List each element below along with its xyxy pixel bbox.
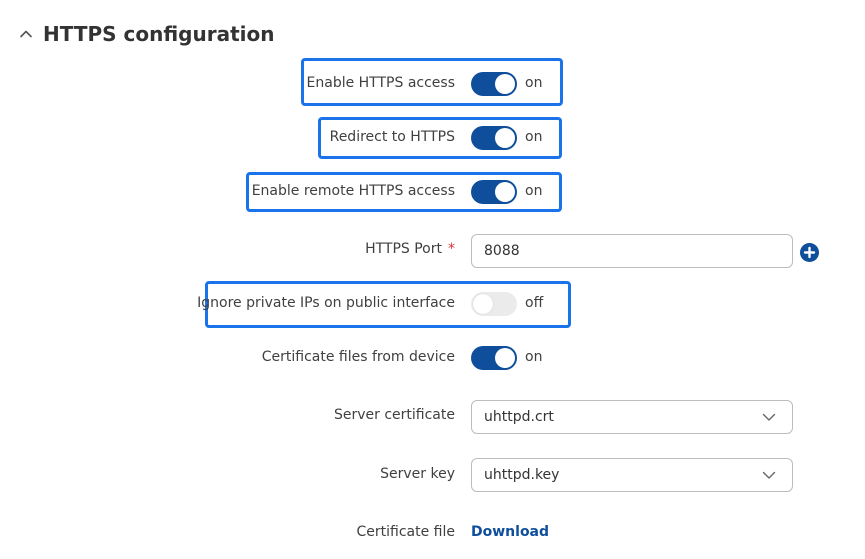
chevron-up-icon[interactable] xyxy=(18,26,34,42)
row-enable-remote-https: Enable remote HTTPS access on xyxy=(0,171,865,211)
https-port-label: HTTPS Port * xyxy=(365,229,455,269)
redirect-https-label: Redirect to HTTPS xyxy=(329,129,455,145)
redirect-https-toggle[interactable] xyxy=(471,126,517,150)
https-port-input[interactable] xyxy=(471,234,793,268)
ignore-private-ips-label: Ignore private IPs on public interface xyxy=(197,295,455,311)
https-configuration-panel: HTTPS configuration Enable HTTPS access … xyxy=(0,0,865,559)
ignore-private-ips-state: off xyxy=(525,295,544,311)
enable-https-label: Enable HTTPS access xyxy=(306,75,455,91)
https-port-label-text: HTTPS Port xyxy=(365,241,442,257)
cert-from-device-toggle[interactable] xyxy=(471,346,517,370)
enable-remote-https-state: on xyxy=(525,183,543,199)
cert-from-device-label: Certificate files from device xyxy=(261,349,455,365)
chevron-down-icon xyxy=(762,471,776,479)
row-ignore-private-ips: Ignore private IPs on public interface o… xyxy=(0,283,865,323)
server-key-select[interactable]: uhttpd.key xyxy=(471,458,793,492)
enable-remote-https-toggle[interactable] xyxy=(471,180,517,204)
server-key-label: Server key xyxy=(380,466,455,482)
toggle-knob xyxy=(495,348,515,368)
ignore-private-ips-toggle[interactable] xyxy=(471,292,517,316)
section-header[interactable]: HTTPS configuration xyxy=(18,18,274,50)
plus-circle-icon[interactable] xyxy=(800,243,819,262)
enable-remote-https-label: Enable remote HTTPS access xyxy=(251,183,455,199)
row-certificate-file: Certificate file xyxy=(0,512,865,552)
toggle-knob xyxy=(495,128,515,148)
server-key-value: uhttpd.key xyxy=(484,467,560,483)
required-marker: * xyxy=(448,241,455,257)
certificate-file-label: Certificate file xyxy=(356,524,456,540)
toggle-knob xyxy=(495,74,515,94)
server-certificate-label: Server certificate xyxy=(333,407,455,423)
row-redirect-https: Redirect to HTTPS on xyxy=(0,117,865,157)
server-certificate-select[interactable]: uhttpd.crt xyxy=(471,400,793,434)
chevron-down-icon xyxy=(762,413,776,421)
section-title: HTTPS configuration xyxy=(43,22,275,46)
server-certificate-value: uhttpd.crt xyxy=(484,409,554,425)
toggle-knob xyxy=(473,294,493,314)
row-enable-https: Enable HTTPS access on xyxy=(0,63,865,103)
enable-https-toggle[interactable] xyxy=(471,72,517,96)
toggle-knob xyxy=(495,182,515,202)
download-link[interactable]: Download xyxy=(471,512,549,552)
row-cert-from-device: Certificate files from device on xyxy=(0,337,865,377)
cert-from-device-state: on xyxy=(525,349,543,365)
redirect-https-state: on xyxy=(525,129,543,145)
enable-https-state: on xyxy=(525,75,543,91)
